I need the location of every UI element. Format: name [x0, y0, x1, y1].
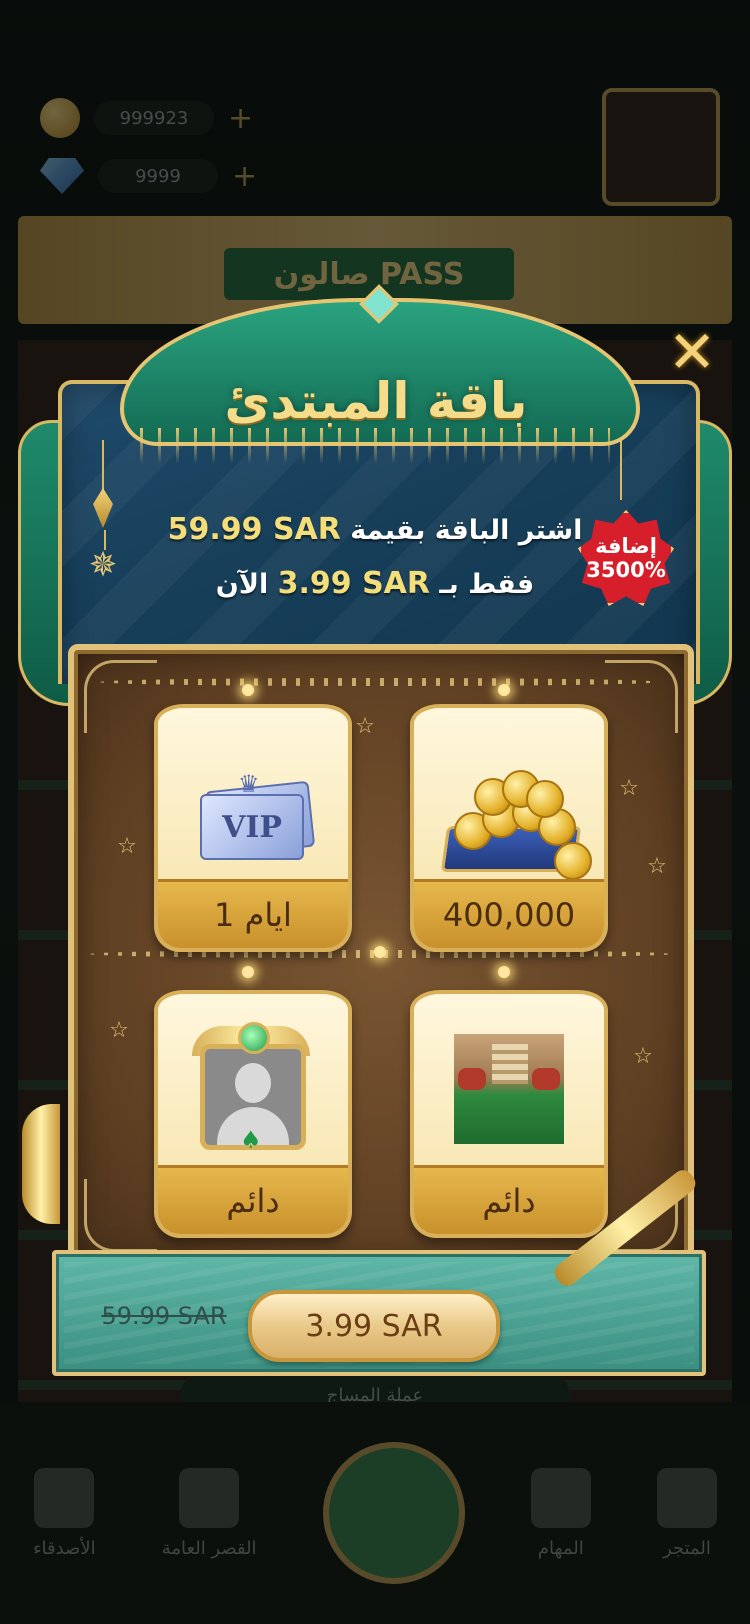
bulb: [374, 946, 386, 958]
offer-now: الآن: [215, 569, 269, 600]
corner-ornament: [605, 660, 678, 733]
bulb: [498, 966, 510, 978]
star-ornament-icon: ☆: [109, 1018, 129, 1043]
coin: [526, 780, 564, 818]
reward-label: دائم: [158, 1165, 348, 1234]
gold-fringe: [140, 428, 610, 464]
bulb: [242, 966, 254, 978]
star-ornament-icon: ☆: [619, 776, 639, 801]
offer-prefix: اشتر الباقة بقيمة: [350, 515, 583, 546]
vip-card-icon: VIP ♛: [194, 764, 316, 860]
starter-pack-popup: ✵ باقة المبتدئ ✕ اشتر الباقة بقيمة 59.99…: [0, 0, 750, 1624]
cushion: [532, 1068, 560, 1090]
offer-line-price: فقط بـ 3.99 SAR الآن: [150, 566, 600, 601]
star-ornament-icon: ☆: [633, 1044, 653, 1069]
corner-ornament: [84, 1179, 157, 1252]
star-ornament-icon: ☆: [647, 854, 667, 879]
vip-ticket-front: VIP: [200, 794, 304, 860]
bulb: [242, 684, 254, 696]
string-lights: [100, 678, 660, 686]
silhouette-head: [235, 1063, 271, 1103]
buy-button[interactable]: 3.99 SAR: [248, 1290, 500, 1362]
corner-ornament: [84, 660, 157, 733]
offer-line-value: اشتر الباقة بقيمة 59.99 SAR: [150, 512, 600, 547]
ribbon-left: [22, 1104, 60, 1224]
reward-card-frame: ♠ دائم: [154, 990, 352, 1238]
reward-label: 1 ايام: [158, 879, 348, 948]
star-ornament-icon: ☆: [117, 834, 137, 859]
avatar-frame-icon: ♠: [192, 1022, 310, 1154]
reward-card-table: دائم: [410, 990, 608, 1238]
gold-coins-icon: [434, 764, 592, 880]
ornament-string: [102, 440, 104, 490]
offer-price: 3.99 SAR: [277, 566, 430, 601]
coin: [554, 842, 592, 880]
bonus-value: 3500%: [586, 558, 666, 582]
reward-card-vip: VIP ♛ 1 ايام: [154, 704, 352, 952]
ornament-string: [620, 440, 622, 500]
emerald-icon: [238, 1022, 270, 1054]
reward-label: 400,000: [414, 879, 604, 948]
popup-title: باقة المبتدئ: [224, 372, 528, 430]
reward-card-coins: 400,000: [410, 704, 608, 952]
game-table-icon: [454, 1034, 564, 1144]
cushion: [458, 1068, 486, 1090]
close-icon[interactable]: ✕: [660, 318, 724, 386]
reward-label: دائم: [414, 1165, 604, 1234]
offer-value-price: 59.99 SAR: [167, 512, 341, 547]
crown-icon: ♛: [238, 770, 260, 798]
offer-only: فقط بـ: [439, 569, 535, 600]
spade-icon: ♠: [240, 1126, 262, 1154]
bulb: [498, 684, 510, 696]
bonus-badge: إضافة 3500%: [578, 510, 674, 606]
star-ornament-icon: ☆: [355, 714, 375, 739]
bonus-label: إضافة: [595, 534, 657, 558]
star-ornament-icon: ✵: [88, 545, 118, 585]
old-price: 59.99 SAR: [101, 1302, 227, 1330]
stairs: [492, 1044, 528, 1084]
